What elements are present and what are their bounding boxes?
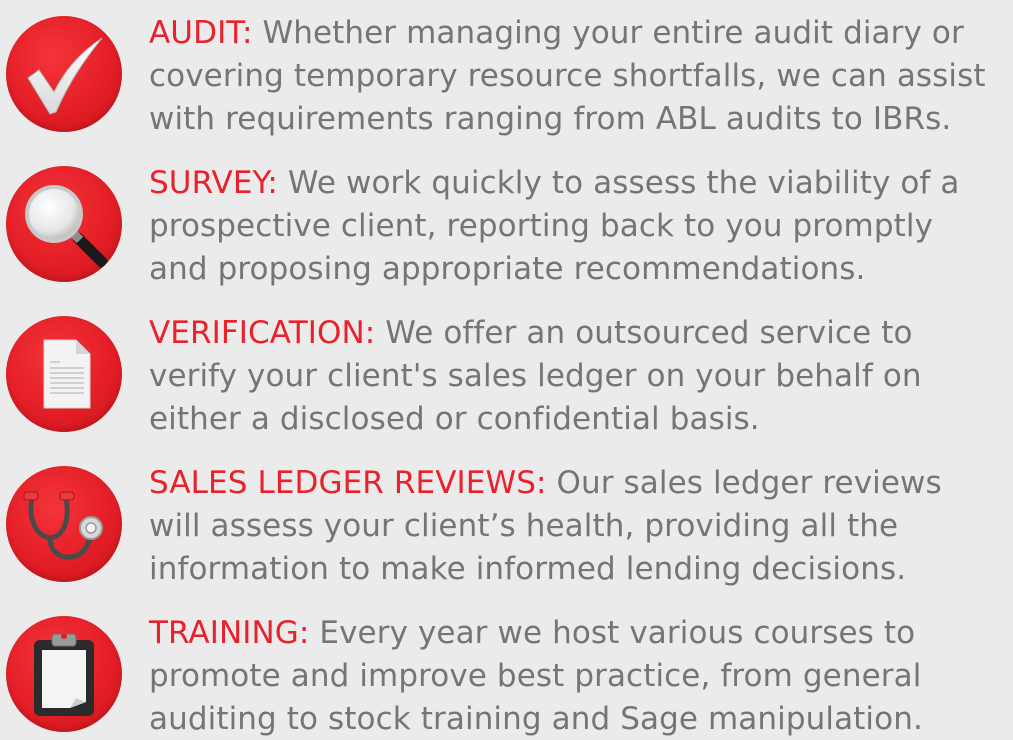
- service-heading: SALES LEDGER REVIEWS:: [149, 465, 547, 501]
- document-icon: [6, 316, 122, 432]
- service-item-sales-ledger-reviews: SALES LEDGER REVIEWS: Our sales ledger r…: [0, 462, 1013, 592]
- clipboard-icon: [6, 616, 122, 732]
- service-item-training: TRAINING: Every year we host various cou…: [0, 612, 1013, 740]
- service-item-audit: AUDIT: Whether managing your entire audi…: [0, 12, 1013, 142]
- service-item-verification: VERIFICATION: We offer an outsourced ser…: [0, 312, 1013, 442]
- service-heading: SURVEY:: [149, 165, 278, 201]
- stethoscope-icon: [6, 466, 122, 582]
- magnifier-icon: [6, 166, 122, 282]
- service-text: AUDIT: Whether managing your entire audi…: [149, 12, 1009, 141]
- service-item-survey: SURVEY: We work quickly to assess the vi…: [0, 162, 1013, 292]
- checkmark-icon: [6, 16, 122, 132]
- service-heading: VERIFICATION:: [149, 315, 376, 351]
- service-description: Whether managing your entire audit diary…: [149, 15, 986, 137]
- service-heading: AUDIT:: [149, 15, 253, 51]
- service-heading: TRAINING:: [149, 615, 310, 651]
- service-text: TRAINING: Every year we host various cou…: [149, 612, 1009, 740]
- service-text: SURVEY: We work quickly to assess the vi…: [149, 162, 1009, 291]
- service-text: SALES LEDGER REVIEWS: Our sales ledger r…: [149, 462, 1009, 591]
- service-text: VERIFICATION: We offer an outsourced ser…: [149, 312, 1009, 441]
